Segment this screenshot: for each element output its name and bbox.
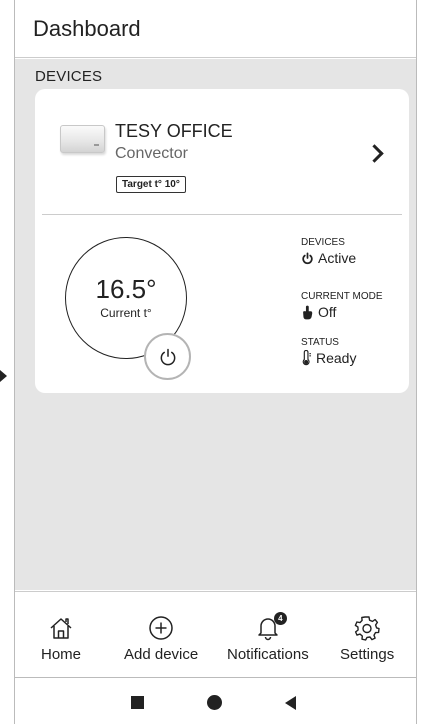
home-icon <box>50 618 72 639</box>
device-name: TESY OFFICE <box>115 121 233 141</box>
power-icon <box>160 348 175 365</box>
status-label: CURRENT MODE <box>301 291 383 302</box>
recents-square-icon[interactable] <box>131 696 144 709</box>
thermometer-icon <box>302 350 311 366</box>
status-current-mode: CURRENT MODE Off <box>301 291 382 320</box>
bottom-navigation: Home Add device 4 Notifications Settings <box>15 591 416 678</box>
status-label: DEVICES <box>301 237 345 248</box>
nav-icon-wrap: 4 <box>255 612 287 642</box>
status-value: Off <box>318 304 337 320</box>
nav-icon-wrap <box>148 614 174 642</box>
system-navigation-bar <box>15 679 416 724</box>
notification-badge: 4 <box>273 612 287 625</box>
nav-add-device[interactable]: Add device <box>124 614 198 663</box>
nav-label: Settings <box>340 646 395 663</box>
status-value: Active <box>318 250 357 266</box>
status-value-row: Off <box>301 304 382 320</box>
nav-home[interactable]: Home <box>41 614 81 663</box>
status-value-row: Ready <box>301 350 356 366</box>
nav-icon-wrap <box>48 614 74 642</box>
page-title: Dashboard <box>33 15 141 41</box>
nav-label: Home <box>41 646 82 663</box>
plus-circle-icon <box>149 616 173 640</box>
nav-settings[interactable]: Settings <box>340 614 394 663</box>
convector-image <box>60 125 105 153</box>
device-card[interactable]: TESY OFFICE Convector Target t° 10° 16.5… <box>35 89 409 393</box>
home-circle-icon[interactable] <box>207 695 222 710</box>
chevron-right-icon[interactable] <box>365 144 384 163</box>
status-status: STATUS Ready <box>301 337 356 366</box>
card-divider <box>42 214 402 215</box>
back-triangle-icon[interactable] <box>285 696 296 710</box>
status-value-row: Active <box>301 250 356 266</box>
current-temperature: 16.5° <box>95 274 157 304</box>
app-frame: Dashboard DEVICES TESY OFFICE Convector … <box>14 0 417 724</box>
nav-label: Notifications <box>227 646 309 663</box>
device-card-header[interactable]: TESY OFFICE Convector Target t° 10° <box>35 89 409 215</box>
left-arrow-icon <box>0 370 7 382</box>
device-type: Convector <box>115 145 188 162</box>
nav-icon-wrap <box>354 614 380 642</box>
hand-icon <box>303 305 313 319</box>
power-button[interactable] <box>144 333 191 380</box>
status-label: STATUS <box>301 337 339 348</box>
nav-notifications[interactable]: 4 Notifications <box>227 612 309 663</box>
section-label: DEVICES <box>35 68 103 85</box>
gear-icon <box>354 616 380 641</box>
app-header: Dashboard <box>15 0 416 58</box>
nav-label: Add device <box>124 646 199 663</box>
dashboard-content: DEVICES TESY OFFICE Convector Target t° … <box>15 59 416 590</box>
power-icon <box>302 251 313 264</box>
status-devices: DEVICES Active <box>301 237 356 266</box>
current-temperature-label: Current t° <box>100 306 152 320</box>
status-value: Ready <box>316 350 357 366</box>
target-temp-badge: Target t° 10° <box>116 176 186 193</box>
